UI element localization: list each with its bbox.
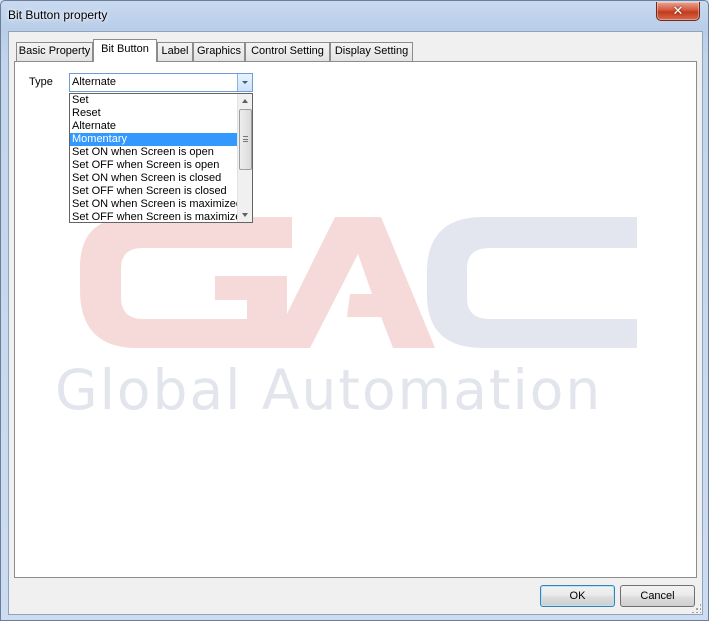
chevron-down-icon	[242, 81, 248, 84]
list-item[interactable]: Reset	[70, 107, 238, 120]
watermark-text: Global Automation	[55, 358, 602, 422]
tab-basic-property[interactable]: Basic Property	[16, 42, 93, 61]
tab-label: Basic Property	[18, 45, 91, 57]
list-item-highlighted[interactable]: Momentary	[70, 133, 238, 146]
tab-label: Control Setting	[251, 45, 324, 57]
list-item[interactable]: Set ON when Screen is closed	[70, 172, 238, 185]
chevron-down-icon	[242, 213, 248, 217]
close-icon: ✕	[672, 3, 684, 18]
list-item[interactable]: Set ON when Screen is maximized	[70, 198, 238, 211]
close-button[interactable]: ✕	[656, 2, 700, 21]
tab-display-setting[interactable]: Display Setting	[330, 42, 413, 61]
list-item[interactable]: Set OFF when Screen is closed	[70, 185, 238, 198]
tab-label: Graphics	[196, 45, 242, 57]
dialog-footer: OK Cancel	[9, 578, 702, 614]
list-item[interactable]: Set OFF when Screen is open	[70, 159, 238, 172]
list-item[interactable]: Alternate	[70, 120, 238, 133]
scroll-down-button[interactable]	[238, 208, 253, 222]
list-item[interactable]: Set	[70, 94, 238, 107]
title-bar[interactable]: Bit Button property ✕	[1, 1, 708, 31]
tab-label: Bit Button	[101, 43, 149, 55]
list-item[interactable]: Set ON when Screen is open	[70, 146, 238, 159]
type-select-dropdown-button[interactable]	[237, 74, 252, 91]
dialog-window: Bit Button property ✕ Basic Property Bit…	[0, 0, 709, 621]
list-item[interactable]: Set OFF when Screen is maximized	[70, 211, 238, 222]
type-dropdown-list: Set Reset Alternate Momentary Set ON whe…	[69, 93, 253, 223]
tab-panel-bit-button: Global Automation Type Alternate Set Res…	[14, 61, 697, 578]
grip-icon	[243, 136, 248, 142]
type-select-value: Alternate	[72, 76, 117, 88]
dialog-client-area: Basic Property Bit Button Label Graphics…	[8, 31, 703, 615]
tab-label-text: Label	[161, 45, 189, 57]
dropdown-scrollbar[interactable]	[237, 94, 252, 222]
type-label: Type	[29, 76, 53, 88]
tab-bit-button[interactable]: Bit Button	[93, 39, 157, 62]
scroll-thumb[interactable]	[239, 109, 252, 170]
cancel-button[interactable]: Cancel	[620, 585, 695, 607]
tab-control-setting[interactable]: Control Setting	[245, 42, 330, 61]
type-options: Set Reset Alternate Momentary Set ON whe…	[70, 94, 238, 222]
window-title: Bit Button property	[8, 8, 108, 22]
chevron-up-icon	[242, 99, 248, 103]
tab-label: Display Setting	[334, 45, 409, 57]
type-select[interactable]: Alternate	[69, 73, 253, 92]
scroll-up-button[interactable]	[238, 94, 253, 108]
tab-label[interactable]: Label	[157, 42, 193, 61]
ok-button[interactable]: OK	[540, 585, 615, 607]
tab-graphics[interactable]: Graphics	[193, 42, 245, 61]
